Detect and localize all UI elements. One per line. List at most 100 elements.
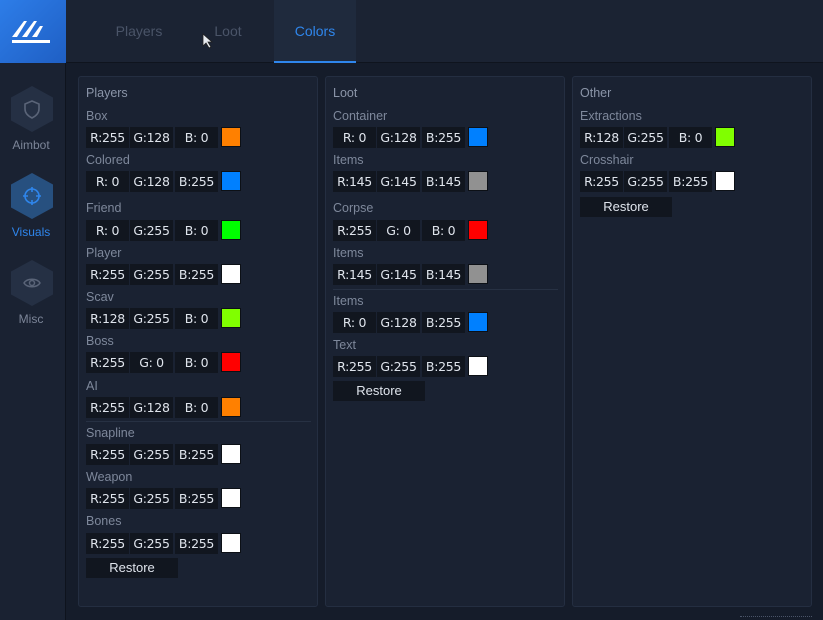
red-field[interactable]: R:255 xyxy=(86,264,129,285)
color-swatch[interactable] xyxy=(221,127,241,147)
color-label-extractions: Extractions xyxy=(580,109,642,123)
color-swatch[interactable] xyxy=(221,264,241,284)
red-field[interactable]: R: 0 xyxy=(86,220,129,241)
color-swatch[interactable] xyxy=(715,171,735,191)
green-field[interactable]: G:128 xyxy=(130,171,173,192)
restore-button[interactable]: Restore xyxy=(333,381,425,401)
green-field[interactable]: G:255 xyxy=(130,264,173,285)
panel-title: Loot xyxy=(333,86,358,100)
sidebar-item-label: Misc xyxy=(18,312,44,326)
color-swatch[interactable] xyxy=(468,264,488,284)
red-field[interactable]: R:255 xyxy=(333,356,376,377)
red-field[interactable]: R: 0 xyxy=(333,127,376,148)
green-field[interactable]: G:255 xyxy=(130,488,173,509)
color-label-container: Container xyxy=(333,109,388,123)
red-field[interactable]: R:255 xyxy=(86,533,129,554)
red-field[interactable]: R:255 xyxy=(86,352,129,373)
section-divider xyxy=(86,421,311,422)
sidebar-item-aimbot[interactable]: Aimbot xyxy=(0,86,66,166)
blue-field[interactable]: B:255 xyxy=(422,127,465,148)
green-field[interactable]: G:255 xyxy=(130,444,173,465)
blue-field[interactable]: B: 0 xyxy=(175,308,218,329)
red-field[interactable]: R:145 xyxy=(333,264,376,285)
red-field[interactable]: R:128 xyxy=(86,308,129,329)
color-label-player: Player xyxy=(86,246,122,260)
color-swatch[interactable] xyxy=(468,220,488,240)
color-label-ai: AI xyxy=(86,379,98,393)
red-field[interactable]: R:255 xyxy=(333,220,376,241)
color-swatch[interactable] xyxy=(221,220,241,240)
blue-field[interactable]: B: 0 xyxy=(175,127,218,148)
green-field[interactable]: G:128 xyxy=(377,127,420,148)
color-swatch[interactable] xyxy=(221,308,241,328)
color-swatch[interactable] xyxy=(221,533,241,553)
green-field[interactable]: G:128 xyxy=(377,312,420,333)
red-field[interactable]: R: 0 xyxy=(333,312,376,333)
sidebar-item-misc[interactable]: Misc xyxy=(0,260,66,340)
green-field[interactable]: G:255 xyxy=(130,308,173,329)
green-field[interactable]: G: 0 xyxy=(377,220,420,241)
green-field[interactable]: G:255 xyxy=(624,171,667,192)
blue-field[interactable]: B:255 xyxy=(175,171,218,192)
green-field[interactable]: G:255 xyxy=(130,220,173,241)
tab-players[interactable]: Players xyxy=(98,0,180,63)
color-label-corpse-items: Items xyxy=(333,246,364,260)
color-swatch[interactable] xyxy=(468,127,488,147)
green-field[interactable]: G:255 xyxy=(130,533,173,554)
color-swatch[interactable] xyxy=(221,171,241,191)
color-swatch[interactable] xyxy=(468,312,488,332)
color-label-container-items: Items xyxy=(333,153,364,167)
color-label-colored: Colored xyxy=(86,153,130,167)
restore-button[interactable]: Restore xyxy=(580,197,672,217)
red-field[interactable]: R:145 xyxy=(333,171,376,192)
color-swatch[interactable] xyxy=(221,444,241,464)
blue-field[interactable]: B:255 xyxy=(175,444,218,465)
blue-field[interactable]: B: 0 xyxy=(422,220,465,241)
tab-loot[interactable]: Loot xyxy=(187,0,269,63)
green-field[interactable]: G:255 xyxy=(624,127,667,148)
logo-icon xyxy=(12,21,50,43)
blue-field[interactable]: B:255 xyxy=(422,312,465,333)
green-field[interactable]: G:128 xyxy=(130,397,173,418)
blue-field[interactable]: B:145 xyxy=(422,264,465,285)
blue-field[interactable]: B:145 xyxy=(422,171,465,192)
green-field[interactable]: G:145 xyxy=(377,264,420,285)
red-field[interactable]: R:128 xyxy=(580,127,623,148)
blue-field[interactable]: B:255 xyxy=(175,264,218,285)
color-swatch[interactable] xyxy=(221,397,241,417)
green-field[interactable]: G:145 xyxy=(377,171,420,192)
red-field[interactable]: R:255 xyxy=(86,397,129,418)
blue-field[interactable]: B:255 xyxy=(175,488,218,509)
shield-icon xyxy=(24,100,40,119)
blue-field[interactable]: B:255 xyxy=(175,533,218,554)
color-label-snapline: Snapline xyxy=(86,426,135,440)
blue-field[interactable]: B:255 xyxy=(669,171,712,192)
blue-field[interactable]: B: 0 xyxy=(175,352,218,373)
color-swatch[interactable] xyxy=(221,488,241,508)
green-field[interactable]: G: 0 xyxy=(130,352,173,373)
mouse-cursor-icon xyxy=(202,33,214,49)
red-field[interactable]: R:255 xyxy=(86,127,129,148)
color-label-friend: Friend xyxy=(86,201,122,215)
color-label-weapon: Weapon xyxy=(86,470,133,484)
red-field[interactable]: R: 0 xyxy=(86,171,129,192)
color-swatch[interactable] xyxy=(221,352,241,372)
red-field[interactable]: R:255 xyxy=(580,171,623,192)
red-field[interactable]: R:255 xyxy=(86,444,129,465)
color-label-items: Items xyxy=(333,294,364,308)
blue-field[interactable]: B:255 xyxy=(422,356,465,377)
blue-field[interactable]: B: 0 xyxy=(669,127,712,148)
green-field[interactable]: G:255 xyxy=(377,356,420,377)
restore-button[interactable]: Restore xyxy=(86,558,178,578)
sidebar-item-visuals[interactable]: Visuals xyxy=(0,173,66,253)
red-field[interactable]: R:255 xyxy=(86,488,129,509)
color-swatch[interactable] xyxy=(715,127,735,147)
green-field[interactable]: G:128 xyxy=(130,127,173,148)
section-divider xyxy=(333,289,558,290)
blue-field[interactable]: B: 0 xyxy=(175,220,218,241)
color-swatch[interactable] xyxy=(468,356,488,376)
color-swatch[interactable] xyxy=(468,171,488,191)
tab-colors[interactable]: Colors xyxy=(274,0,356,63)
color-label-box: Box xyxy=(86,109,108,123)
blue-field[interactable]: B: 0 xyxy=(175,397,218,418)
